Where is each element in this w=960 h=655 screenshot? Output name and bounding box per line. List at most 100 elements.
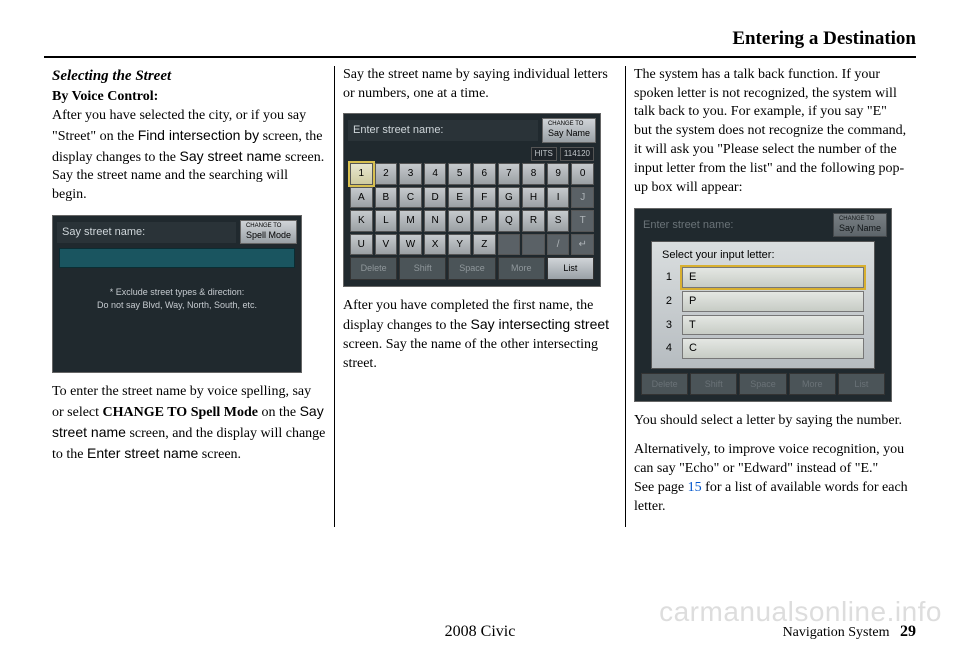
keyboard-row-2: A B C D E F G H I J	[350, 187, 594, 209]
key-d[interactable]: D	[424, 187, 447, 209]
key-2[interactable]: 2	[375, 163, 398, 185]
key-w[interactable]: W	[399, 234, 422, 256]
key-s[interactable]: S	[547, 210, 570, 232]
key-3[interactable]: 3	[399, 163, 422, 185]
key-v[interactable]: V	[375, 234, 398, 256]
input-letter-popup: Select your input letter: 1 E 2 P 3 T 4	[651, 241, 875, 369]
option-number: 1	[662, 270, 672, 285]
page-link[interactable]: 15	[688, 480, 702, 495]
key-i[interactable]: I	[547, 187, 570, 209]
spell-mode-button[interactable]: CHANGE TO Spell Mode	[240, 220, 297, 244]
key-j[interactable]: J	[571, 187, 594, 209]
say-name-button-dim: CHANGE TO Say Name	[833, 213, 887, 237]
button-small: CHANGE TO	[839, 216, 881, 222]
paragraph: Say the street name by saying individual…	[343, 66, 617, 104]
key-z[interactable]: Z	[473, 234, 496, 256]
column-3: The system has a talk back function. If …	[626, 66, 916, 527]
text: Alternatively, to improve voice recognit…	[634, 442, 904, 476]
key-y[interactable]: Y	[448, 234, 471, 256]
option-value: P	[682, 291, 864, 312]
figure-title: Enter street name:	[348, 120, 538, 141]
key-k[interactable]: K	[350, 210, 373, 232]
key-t[interactable]: T	[571, 210, 594, 232]
option-number: 2	[662, 294, 672, 309]
paragraph: To enter the street name by voice spelli…	[52, 383, 326, 465]
ui-term: Say intersecting street	[471, 316, 610, 332]
footer-right: Navigation System 29	[783, 621, 916, 643]
key-enter[interactable]: ↵	[571, 234, 594, 256]
figure-header: Enter street name: CHANGE TO Say Name	[348, 118, 596, 142]
figure-bg-title: Enter street name:	[639, 216, 829, 235]
list-key-dim: List	[838, 373, 885, 395]
page-header: Entering a Destination	[44, 26, 916, 58]
text: screen. Say the name of the other inters…	[343, 337, 598, 371]
key-blank	[498, 234, 521, 256]
shift-key-dim: Shift	[690, 373, 737, 395]
footer-center: 2008 Civic	[445, 621, 516, 643]
key-7[interactable]: 7	[498, 163, 521, 185]
more-key[interactable]: More	[498, 257, 545, 279]
page-footer: 2008 Civic Navigation System 29	[0, 621, 960, 643]
figure-title: Say street name:	[57, 222, 236, 243]
space-key[interactable]: Space	[448, 257, 495, 279]
paragraph: Alternatively, to improve voice recognit…	[634, 441, 908, 517]
key-blank	[522, 234, 545, 256]
key-x[interactable]: X	[424, 234, 447, 256]
more-key-dim: More	[789, 373, 836, 395]
text: screen.	[198, 447, 241, 462]
popup-option-4[interactable]: 4 C	[662, 338, 864, 359]
street-name-input[interactable]	[59, 248, 295, 268]
say-name-button[interactable]: CHANGE TO Say Name	[542, 118, 596, 142]
key-l[interactable]: L	[375, 210, 398, 232]
button-label: Spell Mode	[246, 230, 291, 240]
list-key[interactable]: List	[547, 257, 594, 279]
hits-row: HITS 114120	[350, 147, 594, 162]
hits-value: 114120	[560, 147, 594, 162]
button-small: CHANGE TO	[548, 121, 590, 127]
button-label: Say Name	[548, 128, 590, 138]
key-q[interactable]: Q	[498, 210, 521, 232]
paragraph: After you have completed the first name,…	[343, 297, 617, 375]
key-h[interactable]: H	[522, 187, 545, 209]
keyboard-row-1: 1 2 3 4 5 6 7 8 9 0	[350, 163, 594, 185]
keyboard-row-4: U V W X Y Z / ↵	[350, 234, 594, 256]
key-r[interactable]: R	[522, 210, 545, 232]
footer-label: Navigation System	[783, 625, 890, 640]
popup-option-2[interactable]: 2 P	[662, 291, 864, 312]
hits-label: HITS	[531, 147, 557, 162]
key-p[interactable]: P	[473, 210, 496, 232]
key-m[interactable]: M	[399, 210, 422, 232]
key-1[interactable]: 1	[350, 163, 373, 185]
note-line: * Exclude street types & direction:	[110, 287, 245, 297]
paragraph: The system has a talk back function. If …	[634, 66, 908, 198]
key-8[interactable]: 8	[522, 163, 545, 185]
button-small: CHANGE TO	[246, 223, 291, 229]
page: Entering a Destination Selecting the Str…	[0, 0, 960, 539]
key-a[interactable]: A	[350, 187, 373, 209]
option-value: E	[682, 267, 864, 288]
key-b[interactable]: B	[375, 187, 398, 209]
key-slash[interactable]: /	[547, 234, 570, 256]
popup-option-3[interactable]: 3 T	[662, 315, 864, 336]
key-5[interactable]: 5	[448, 163, 471, 185]
key-6[interactable]: 6	[473, 163, 496, 185]
key-4[interactable]: 4	[424, 163, 447, 185]
shift-key[interactable]: Shift	[399, 257, 446, 279]
ui-term-bold: CHANGE TO Spell Mode	[103, 405, 258, 420]
key-o[interactable]: O	[448, 210, 471, 232]
delete-key[interactable]: Delete	[350, 257, 397, 279]
figure-enter-street-name: Enter street name: CHANGE TO Say Name HI…	[343, 113, 601, 286]
key-e[interactable]: E	[448, 187, 471, 209]
byline: By Voice Control:	[52, 89, 158, 104]
section-subhead: Selecting the Street	[52, 66, 326, 86]
key-9[interactable]: 9	[547, 163, 570, 185]
key-n[interactable]: N	[424, 210, 447, 232]
key-0[interactable]: 0	[571, 163, 594, 185]
key-u[interactable]: U	[350, 234, 373, 256]
figure-header: Enter street name: CHANGE TO Say Name	[639, 213, 887, 237]
key-f[interactable]: F	[473, 187, 496, 209]
key-c[interactable]: C	[399, 187, 422, 209]
popup-option-1[interactable]: 1 E	[662, 267, 864, 288]
key-g[interactable]: G	[498, 187, 521, 209]
option-number: 4	[662, 341, 672, 356]
